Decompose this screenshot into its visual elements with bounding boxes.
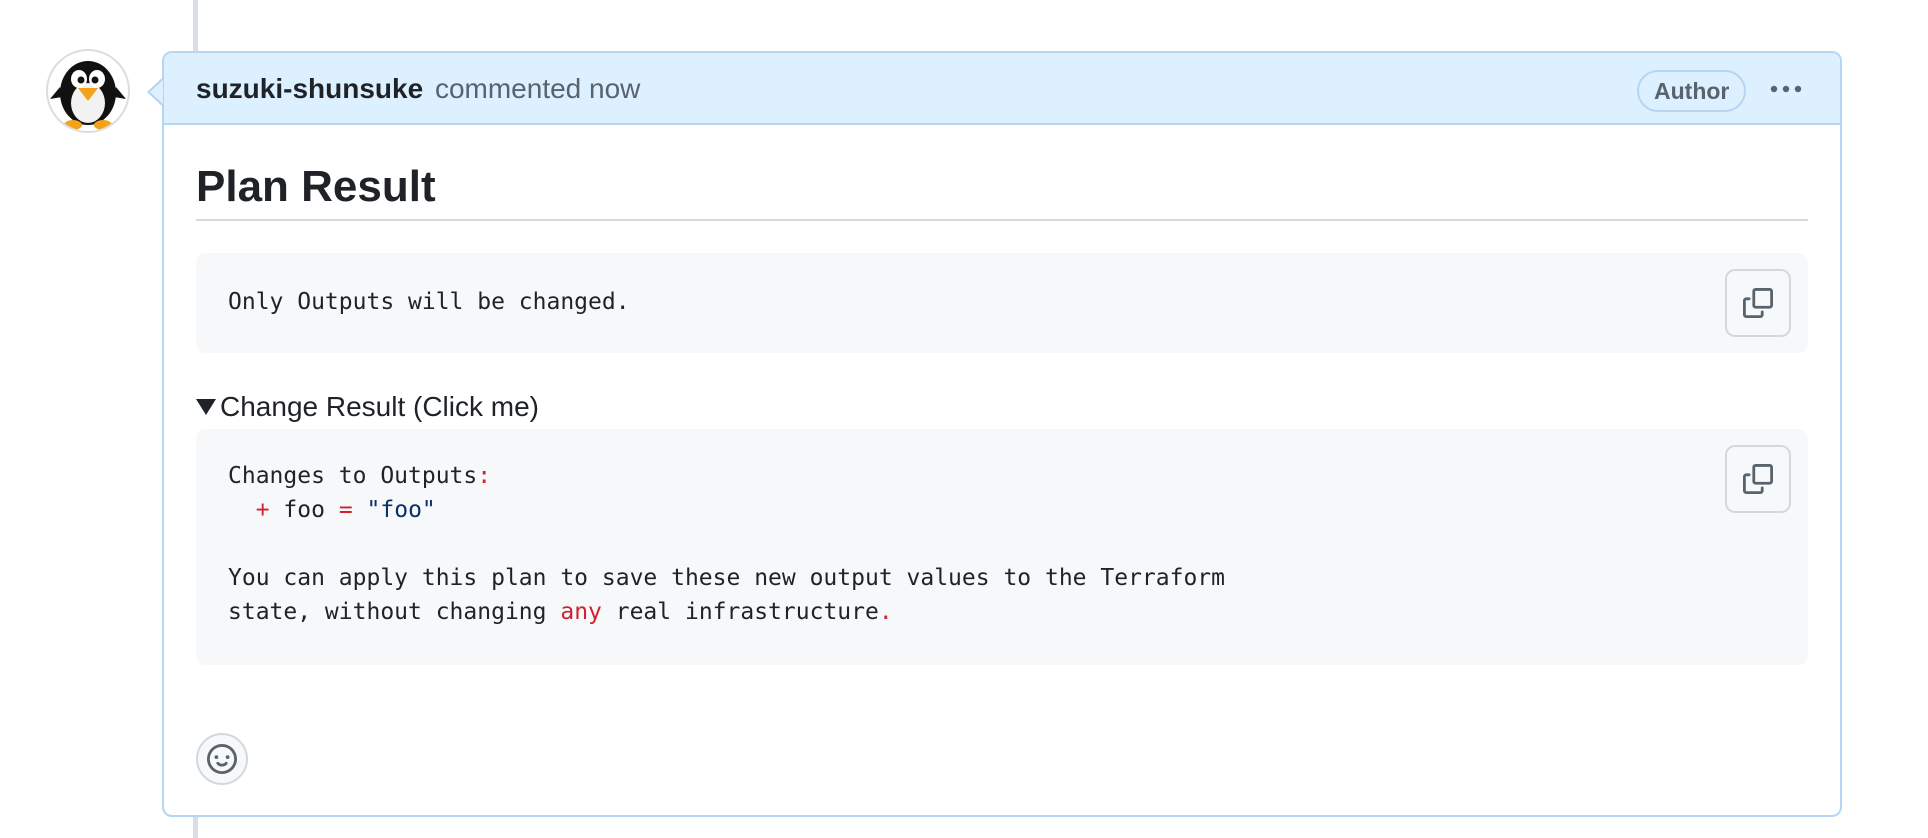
copy-button[interactable] xyxy=(1725,269,1791,337)
code-token: real infrastructure xyxy=(601,599,879,625)
comment-timestamp[interactable]: commented now xyxy=(435,73,640,104)
code-line-1: Changes to Outputs: xyxy=(228,463,491,489)
avatar[interactable] xyxy=(46,49,130,133)
kebab-horizontal-icon xyxy=(1770,85,1802,93)
code-token: . xyxy=(878,599,893,625)
code-line-2: + foo = "foo" xyxy=(228,497,436,523)
summary-line: Only Outputs will be changed. xyxy=(228,289,630,315)
penguin-avatar-icon xyxy=(50,61,126,130)
disclosure-triangle-icon xyxy=(196,399,216,415)
code-line-4: You can apply this plan to save these ne… xyxy=(228,565,1225,591)
author-link[interactable]: suzuki-shunsuke xyxy=(196,73,423,104)
details-summary-toggle[interactable]: Change Result (Click me) xyxy=(196,389,1808,425)
comment-arrow-fill xyxy=(150,80,163,104)
code-token: state, without changing xyxy=(228,599,561,625)
copy-icon xyxy=(1743,288,1773,318)
more-options-button[interactable] xyxy=(1764,71,1808,107)
code-token: : xyxy=(477,463,492,489)
code-token: "foo" xyxy=(366,497,436,523)
code-token: any xyxy=(560,599,602,625)
details-summary-label: Change Result (Click me) xyxy=(220,391,539,422)
code-token: foo xyxy=(269,497,339,523)
code-token: = xyxy=(338,497,353,523)
add-reaction-button[interactable] xyxy=(196,733,248,785)
comment-header-text: suzuki-shunsuke commented now xyxy=(196,53,640,125)
code-line-5: state, without changing any real infrast… xyxy=(228,599,893,625)
comment-header: suzuki-shunsuke commented now Author xyxy=(164,53,1840,125)
summary-code-block: Only Outputs will be changed. xyxy=(196,253,1808,353)
comment-card: suzuki-shunsuke commented now Author Pla… xyxy=(162,51,1842,817)
code-token: Changes to Outputs xyxy=(228,463,478,489)
change-result-code-block: Changes to Outputs: + foo = "foo" You ca… xyxy=(196,429,1808,665)
copy-icon xyxy=(1743,464,1773,494)
smiley-icon xyxy=(207,744,237,774)
code-token: + xyxy=(255,497,270,523)
copy-button[interactable] xyxy=(1725,445,1791,513)
author-badge: Author xyxy=(1637,70,1747,112)
plan-result-heading: Plan Result xyxy=(196,125,1808,221)
comment-body: Plan Result Only Outputs will be changed… xyxy=(164,125,1840,665)
